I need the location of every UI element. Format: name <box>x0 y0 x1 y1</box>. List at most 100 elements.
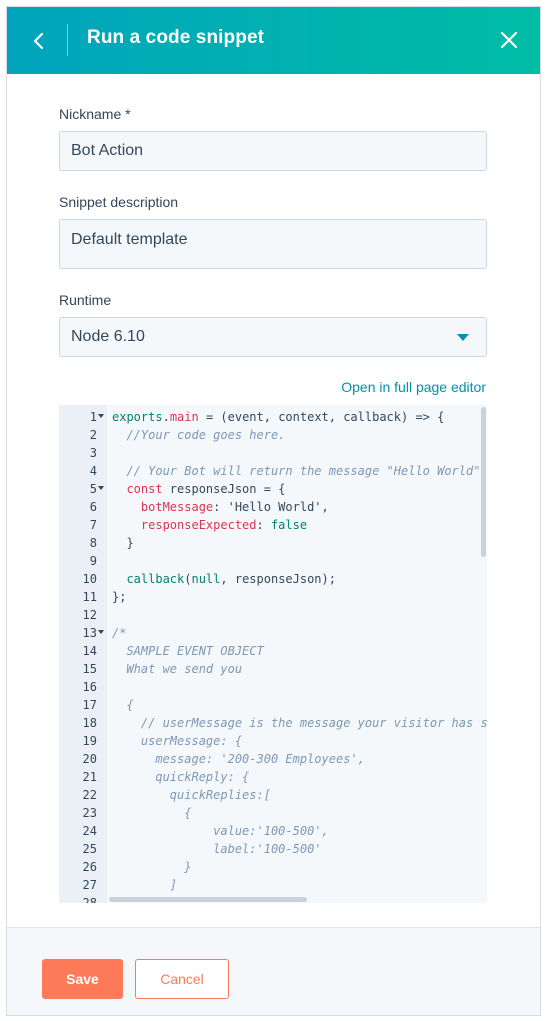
fold-arrow-icon[interactable] <box>98 486 104 490</box>
code-text: SAMPLE EVENT OBJECT <box>112 644 264 658</box>
line-number: 6 <box>89 500 97 514</box>
code-text: // Your Bot will return the message "Hel… <box>126 464 481 478</box>
code-text: /* <box>112 626 127 640</box>
page-title: Run a code snippet <box>87 27 265 48</box>
line-number: 9 <box>89 554 97 568</box>
open-full-editor-link[interactable]: Open in full page editor <box>341 379 486 395</box>
runtime-selected-value: Node 6.10 <box>71 328 145 345</box>
save-button[interactable]: Save <box>42 959 123 999</box>
line-number: 3 <box>89 446 97 460</box>
code-line: 23 { <box>59 804 487 822</box>
code-line: 2 //Your code goes here. <box>59 426 487 444</box>
code-text: What we send you <box>112 662 243 676</box>
code-text: value:'100-500', <box>112 824 329 838</box>
code-line: 3 <box>59 444 487 462</box>
line-number: 10 <box>82 572 97 586</box>
code-text: message: '200-300 Employees', <box>112 752 365 766</box>
code-line: 8 } <box>59 534 487 552</box>
fold-arrow-icon[interactable] <box>98 414 104 418</box>
nickname-input[interactable]: Bot Action <box>59 131 487 171</box>
line-number: 5 <box>89 482 97 496</box>
header-divider <box>67 24 68 56</box>
nickname-label: Nickname * <box>59 106 131 122</box>
code-line: 25 label:'100-500' <box>59 840 487 858</box>
line-number: 18 <box>82 716 97 730</box>
code-text: { <box>112 698 134 712</box>
runtime-label: Runtime <box>59 292 112 308</box>
line-number: 11 <box>82 590 97 604</box>
code-text: quickReplies:[ <box>112 788 271 802</box>
code-line: 6 botMessage: 'Hello World', <box>59 498 487 516</box>
back-button[interactable] <box>23 23 55 59</box>
code-lines: 1 exports.main = (event, context, callbac… <box>59 408 487 903</box>
fold-arrow-icon[interactable] <box>98 630 104 634</box>
line-number: 20 <box>82 752 97 766</box>
description-label: Snippet description <box>59 194 179 210</box>
code-line: 10 callback(null, responseJson); <box>59 570 487 588</box>
code-text: // userMessage is the message your visit… <box>112 716 487 730</box>
line-number: 28 <box>82 896 97 903</box>
code-line: 27 ] <box>59 876 487 894</box>
code-line: 16 <box>59 678 487 696</box>
code-line: 7 responseExpected: false <box>59 516 487 534</box>
code-line: 17 { <box>59 696 487 714</box>
panel-footer: Save Cancel <box>7 927 540 1015</box>
code-editor[interactable]: 1 exports.main = (event, context, callbac… <box>59 405 487 903</box>
code-text: callback(null, responseJson); <box>126 572 336 586</box>
line-number: 7 <box>89 518 97 532</box>
code-text: userMessage: { <box>112 734 243 748</box>
code-text: botMessage: 'Hello World', <box>140 500 329 514</box>
code-line: 20 message: '200-300 Employees', <box>59 750 487 768</box>
code-line: 4 // Your Bot will return the message "H… <box>59 462 487 480</box>
line-number: 19 <box>82 734 97 748</box>
horizontal-scrollbar[interactable] <box>109 897 307 902</box>
cancel-button[interactable]: Cancel <box>135 959 229 999</box>
line-number: 8 <box>89 536 97 550</box>
code-line: 5 const responseJson = { <box>59 480 487 498</box>
line-number: 22 <box>82 788 97 802</box>
code-text: responseExpected: false <box>140 518 308 532</box>
code-line: 9 <box>59 552 487 570</box>
line-number: 17 <box>82 698 97 712</box>
code-text: }; <box>112 590 127 604</box>
code-text: label:'100-500' <box>112 842 322 856</box>
line-number: 4 <box>89 464 97 478</box>
code-line: 26 } <box>59 858 487 876</box>
vertical-scrollbar[interactable] <box>481 407 486 557</box>
description-textarea[interactable]: Default template <box>59 219 487 269</box>
code-text: } <box>112 860 192 874</box>
code-line: 11}; <box>59 588 487 606</box>
code-text: //Your code goes here. <box>126 428 286 442</box>
line-number: 14 <box>82 644 97 658</box>
line-number: 12 <box>82 608 97 622</box>
code-text: exports.main = (event, context, callback… <box>112 410 445 424</box>
line-number: 1 <box>89 410 97 424</box>
line-number: 21 <box>82 770 97 784</box>
code-line: 14 SAMPLE EVENT OBJECT <box>59 642 487 660</box>
code-text: const responseJson = { <box>126 482 286 496</box>
code-line: 12 <box>59 606 487 624</box>
code-line: 18 // userMessage is the message your vi… <box>59 714 487 732</box>
chevron-left-icon <box>33 32 44 50</box>
line-number: 25 <box>82 842 97 856</box>
close-button[interactable] <box>492 23 526 57</box>
line-number: 15 <box>82 662 97 676</box>
code-line: 1 exports.main = (event, context, callbac… <box>59 408 487 426</box>
line-number: 16 <box>82 680 97 694</box>
code-text: quickReply: { <box>112 770 250 784</box>
code-text: { <box>112 806 192 820</box>
line-number: 23 <box>82 806 97 820</box>
close-icon <box>500 31 518 49</box>
caret-down-icon <box>457 334 469 341</box>
code-line: 13 /* <box>59 624 487 642</box>
code-line: 19 userMessage: { <box>59 732 487 750</box>
code-text: } <box>112 536 134 550</box>
line-number: 24 <box>82 824 97 838</box>
line-number: 27 <box>82 878 97 892</box>
runtime-select[interactable]: Node 6.10 <box>59 317 487 357</box>
line-number: 26 <box>82 860 97 874</box>
code-line: 24 value:'100-500', <box>59 822 487 840</box>
panel-header: Run a code snippet <box>7 7 540 74</box>
code-text: ] <box>112 878 178 892</box>
code-snippet-panel: Run a code snippet Nickname * Bot Action… <box>6 6 541 1016</box>
